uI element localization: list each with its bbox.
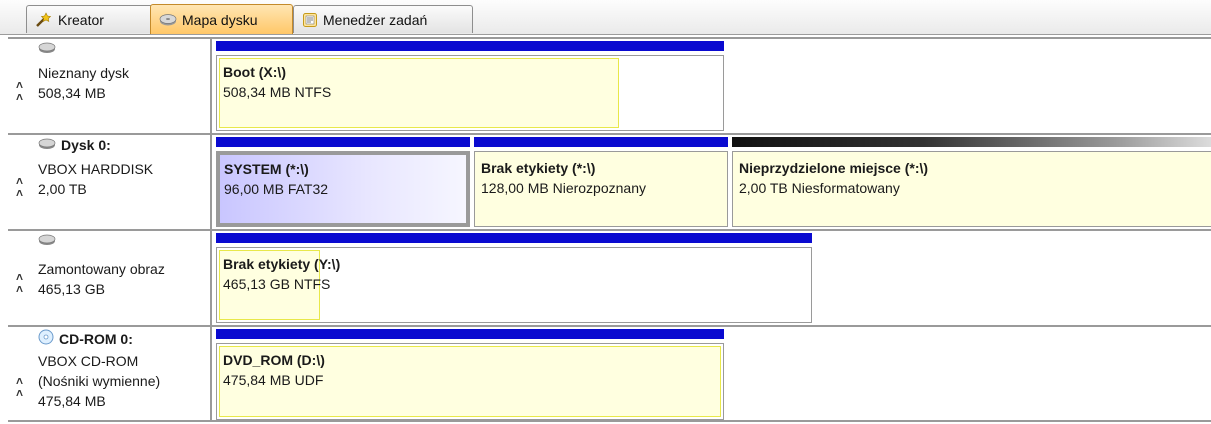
cd-rom-icon: [38, 329, 54, 348]
volume-info: 475,84 MB UDF: [223, 372, 324, 388]
collapse-icon[interactable]: ˄ ˄: [16, 375, 23, 399]
tab-mapa-dysku[interactable]: Mapa dysku: [150, 4, 293, 34]
volume-dvd-rom[interactable]: DVD_ROM (D:\) 475,84 MB UDF: [216, 329, 724, 422]
disk-title: CD-ROM 0:: [59, 330, 133, 347]
volume-boot[interactable]: Boot (X:\) 508,34 MB NTFS: [216, 41, 724, 133]
tab-kreator[interactable]: Kreator: [26, 5, 160, 33]
partition-bar: [216, 137, 470, 147]
collapse-icon[interactable]: ˄ ˄: [16, 175, 23, 199]
tab-label: Kreator: [58, 11, 104, 28]
disk-row-mounted-image: ˄ ˄ Zamontowany obraz 465,13 GB Brak etyk…: [8, 229, 1211, 325]
disk-size: 2,00 TB: [38, 181, 87, 197]
disk-row-dysk-0: Dysk 0: ˄ ˄ VBOX HARDDISK 2,00 TB SYSTEM …: [8, 133, 1211, 229]
disk-size: 465,13 GB: [38, 281, 105, 297]
disk-model: VBOX CD-ROM: [38, 353, 139, 369]
volume-info: 465,13 GB NTFS: [223, 276, 331, 292]
disk-type: Zamontowany obraz: [38, 261, 165, 277]
volume-name: SYSTEM (*:\): [224, 161, 309, 177]
tab-label: Mapa dysku: [182, 11, 258, 28]
volume-info: 96,00 MB FAT32: [224, 181, 329, 197]
tab-label: Menedżer zadań: [323, 11, 428, 28]
partition-bar: [216, 233, 812, 243]
volume-info: 508,34 MB NTFS: [223, 84, 332, 100]
volume-unallocated[interactable]: Nieprzydzielone miejsce (*:\) 2,00 TB Ni…: [732, 137, 1211, 229]
disk-info[interactable]: ˄ ˄ Nieznany dysk 508,34 MB: [8, 39, 212, 133]
disk-size: 475,84 MB: [38, 393, 106, 409]
volume-system[interactable]: SYSTEM (*:\) 96,00 MB FAT32: [216, 137, 470, 229]
tab-bar: Kreator Mapa dysku Menedżer zadań: [0, 0, 1211, 35]
partition-bar: [474, 137, 728, 147]
disk-row-cd-rom-0: CD-ROM 0: ˄ ˄ VBOX CD-ROM (Nośniki wymien…: [8, 325, 1211, 422]
volume-name: Brak etykiety (Y:\): [223, 256, 341, 272]
collapse-icon[interactable]: ˄ ˄: [16, 271, 23, 295]
volume-info: 2,00 TB Niesformatowany: [739, 180, 900, 196]
disk-icon: [38, 137, 56, 153]
disk-media-type: (Nośniki wymienne): [38, 373, 161, 389]
disk-model: VBOX HARDDISK: [38, 161, 154, 177]
volume-info: 128,00 MB Nierozpoznany: [481, 180, 646, 196]
wizard-icon: [35, 11, 53, 28]
volume-name: Nieprzydzielone miejsce (*:\): [739, 160, 929, 176]
partition-bar: [216, 41, 724, 51]
disk-type: Nieznany dysk: [38, 65, 130, 81]
partition-bar: [216, 329, 724, 339]
tab-menedzer-zadan[interactable]: Menedżer zadań: [293, 5, 473, 33]
disk-title: Dysk 0:: [61, 137, 111, 153]
volume-name: Brak etykiety (*:\): [481, 160, 596, 176]
unallocated-bar: [732, 137, 1211, 147]
disk-size: 508,34 MB: [38, 85, 106, 101]
volume-mounted-y[interactable]: Brak etykiety (Y:\) 465,13 GB NTFS: [216, 233, 812, 325]
volume-brak-etykiety[interactable]: Brak etykiety (*:\) 128,00 MB Nierozpozn…: [474, 137, 728, 229]
disk-info[interactable]: Dysk 0: ˄ ˄ VBOX HARDDISK 2,00 TB: [8, 135, 212, 229]
disk-row-unknown: ˄ ˄ Nieznany dysk 508,34 MB Boot (X:\) 50…: [8, 37, 1211, 133]
disk-info[interactable]: ˄ ˄ Zamontowany obraz 465,13 GB: [8, 231, 212, 325]
disk-icon: [38, 234, 56, 246]
collapse-icon[interactable]: ˄ ˄: [16, 79, 23, 103]
volume-name: DVD_ROM (D:\): [223, 352, 325, 368]
disk-icon: [38, 42, 56, 54]
task-manager-icon: [302, 12, 318, 28]
disk-icon: [159, 13, 177, 27]
disk-info[interactable]: CD-ROM 0: ˄ ˄ VBOX CD-ROM (Nośniki wymien…: [8, 327, 212, 420]
volume-name: Boot (X:\): [223, 64, 286, 80]
